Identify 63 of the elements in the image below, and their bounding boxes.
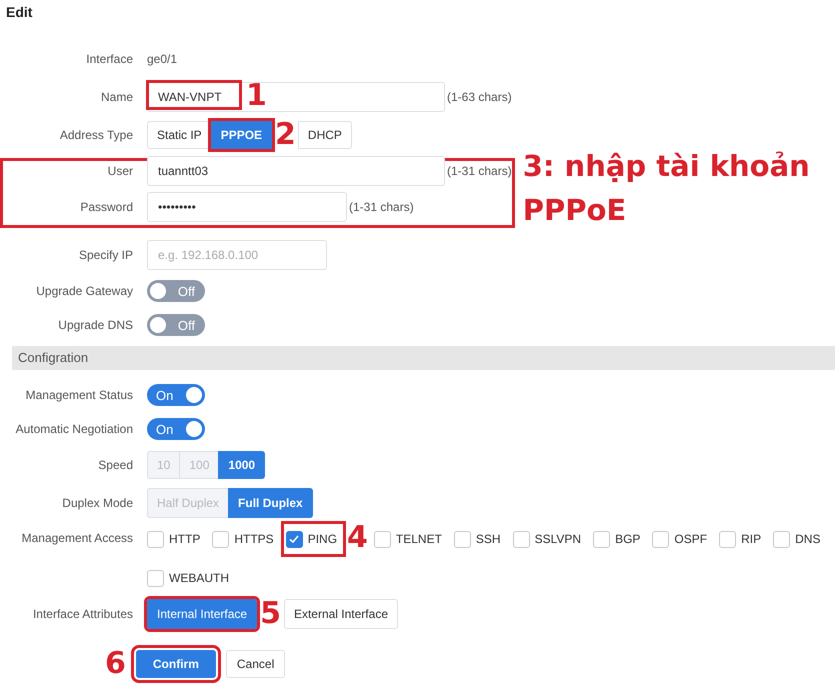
checkbox[interactable] xyxy=(212,530,230,548)
toggle-switch[interactable]: On xyxy=(147,384,205,406)
checkbox-label: RIP xyxy=(741,532,762,546)
field-label: Management Access xyxy=(20,530,133,545)
checkbox[interactable] xyxy=(454,530,471,548)
annotation-number: 6 xyxy=(105,649,126,679)
check-icon xyxy=(288,533,300,545)
field-label: Upgrade Gateway xyxy=(35,284,133,298)
interface-value: ge0/1 xyxy=(147,52,178,66)
checkbox-label: BGP xyxy=(615,532,640,546)
password-field[interactable]: ••••••••• xyxy=(147,192,347,222)
annotation-number: 1 xyxy=(246,81,267,111)
field-label: Management Status xyxy=(24,388,133,402)
checkbox-label: DNS xyxy=(795,532,820,546)
dialog-title: Edit xyxy=(5,4,34,20)
hint-text: (1-31 chars) xyxy=(447,164,512,178)
segment-button[interactable]: External Interface xyxy=(284,599,398,629)
field-label: Name xyxy=(100,90,133,104)
checkbox[interactable] xyxy=(374,530,391,548)
user-field[interactable]: tuanntt03 xyxy=(147,156,445,186)
segment-button[interactable]: Internal Interface xyxy=(147,599,258,629)
checkbox-label: HTTP xyxy=(169,532,200,546)
field-label: Upgrade DNS xyxy=(57,318,133,332)
field-label: Address Type xyxy=(58,128,133,142)
toggle-switch[interactable]: Off xyxy=(147,280,205,302)
checkbox[interactable] xyxy=(593,530,610,548)
field-label: Password xyxy=(79,200,133,214)
field-label: Duplex Mode xyxy=(61,496,133,510)
field-label: Interface xyxy=(85,52,133,66)
section-header: Configration xyxy=(12,346,835,370)
checkbox-label: OSPF xyxy=(674,532,708,546)
hint-text: (1-63 chars) xyxy=(447,90,512,104)
field-label: Specify IP xyxy=(78,248,133,262)
checkbox-label: HTTPS xyxy=(234,532,274,546)
checkbox[interactable] xyxy=(719,530,736,548)
segment-button[interactable]: Full Duplex xyxy=(228,488,313,518)
checkbox-label: TELNET xyxy=(396,532,442,546)
checkbox[interactable] xyxy=(147,530,164,548)
annotation-number: 2 xyxy=(275,120,296,150)
hint-text: (1-31 chars) xyxy=(349,200,414,214)
cancel-button[interactable]: Cancel xyxy=(226,650,286,678)
ip-field[interactable]: e.g. 192.168.0.100 xyxy=(147,240,327,270)
segment-button[interactable]: PPPOE xyxy=(210,121,272,149)
checkbox[interactable] xyxy=(147,570,164,586)
checkbox-label: SSLVPN xyxy=(534,532,582,546)
field-label: Automatic Negotiation xyxy=(14,422,133,436)
checkbox-label: WEBAUTH xyxy=(169,571,229,585)
checkbox-label: SSH xyxy=(476,532,501,546)
checkbox-label: PING xyxy=(308,532,338,546)
annotation-note: 3: nhập tài khoản PPPoE xyxy=(522,148,811,229)
annotation-number: 4 xyxy=(347,523,368,553)
field-label: Interface Attributes xyxy=(32,607,133,621)
checkbox[interactable] xyxy=(512,530,530,548)
checkbox[interactable] xyxy=(286,530,303,548)
checkbox[interactable] xyxy=(652,530,670,548)
segment-button[interactable]: 1000 xyxy=(218,451,266,479)
field-label: Speed xyxy=(97,458,133,472)
checkbox[interactable] xyxy=(773,530,790,548)
toggle-switch[interactable]: Off xyxy=(147,314,205,336)
segment-button[interactable]: DHCP xyxy=(298,121,352,149)
annotation-number: 5 xyxy=(260,599,281,629)
toggle-switch[interactable]: On xyxy=(147,418,205,440)
field-label: User xyxy=(106,164,133,178)
